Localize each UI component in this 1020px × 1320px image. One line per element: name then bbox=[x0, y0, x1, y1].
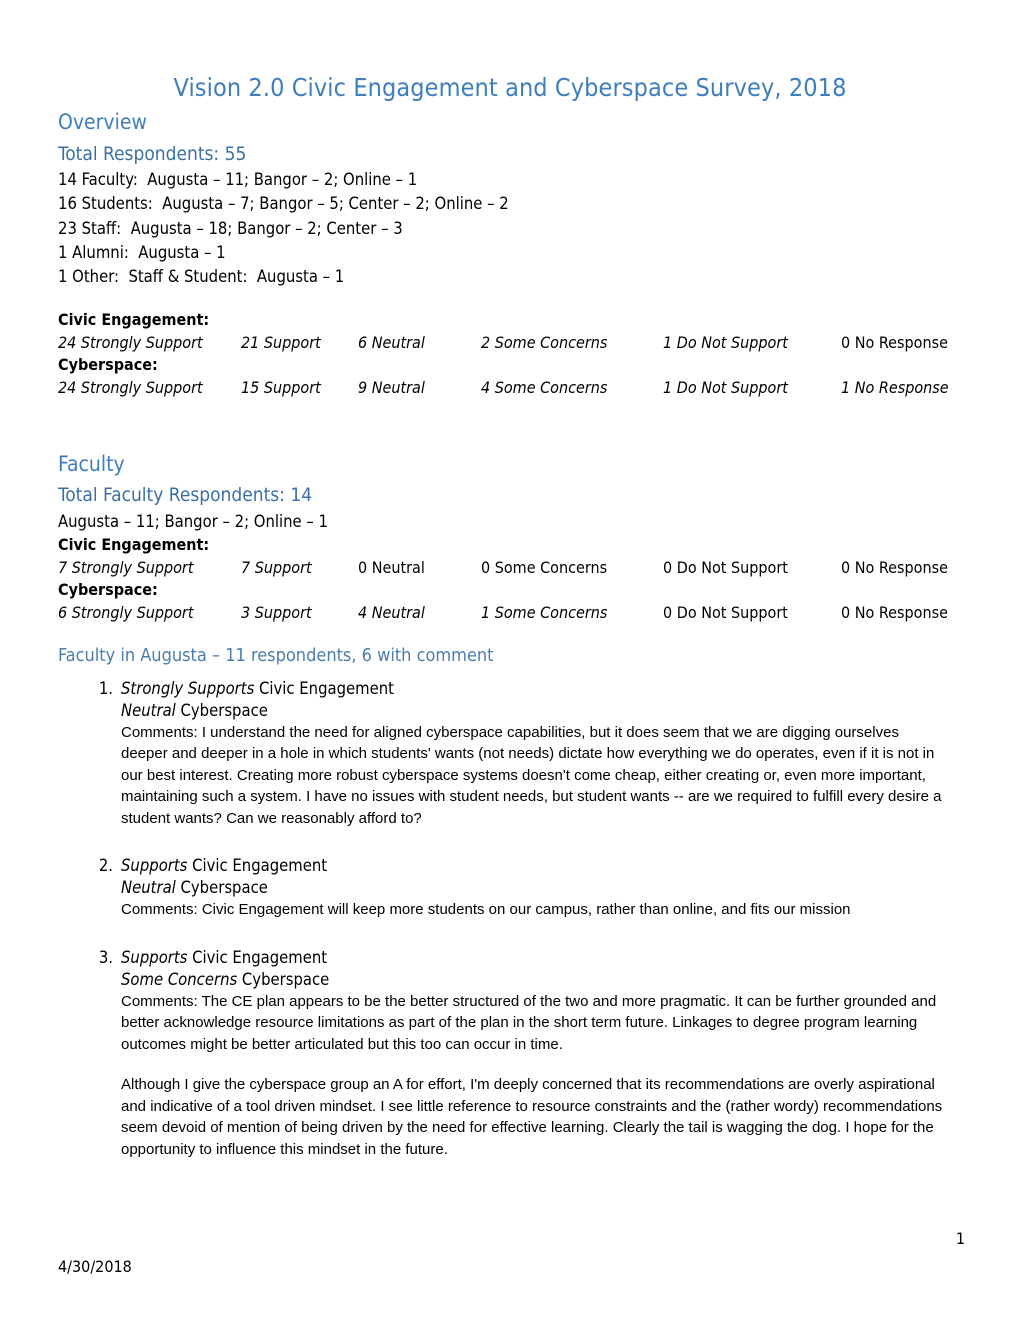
stat-no-response: 1 No Response bbox=[841, 377, 949, 397]
list-item: 1 Alumni: Augusta – 1 bbox=[58, 242, 226, 262]
list-item: 2. Supports Civic Engagement Neutral Cyb… bbox=[58, 855, 962, 921]
cyber-stance-line: Some Concerns Cyberspace bbox=[121, 969, 962, 991]
stat-do-not-support: 1 Do Not Support bbox=[663, 333, 788, 353]
stat-support: 7 Support bbox=[241, 557, 312, 577]
cyber-stance-line: Neutral Cyberspace bbox=[121, 877, 962, 899]
stat-no-response: 0 No Response bbox=[841, 557, 948, 577]
overview-civic-engagement-label: Civic Engagement: bbox=[58, 310, 210, 330]
page-title: Vision 2.0 Civic Engagement and Cyberspa… bbox=[173, 73, 847, 102]
stat-support: 15 Support bbox=[241, 377, 321, 397]
stance-value: Neutral bbox=[121, 700, 176, 720]
stat-do-not-support: 0 Do Not Support bbox=[663, 557, 788, 577]
section-heading-overview: Overview bbox=[58, 110, 147, 135]
overview-cyberspace-label: Cyberspace: bbox=[58, 355, 158, 375]
document-page: Vision 2.0 Civic Engagement and Cyberspa… bbox=[0, 0, 1020, 1320]
overview-breakdown-list: 14 Faculty: Augusta – 11; Bangor – 2; On… bbox=[58, 168, 962, 289]
faculty-civic-engagement-row: 7 Strongly Support 7 Support 0 Neutral 0… bbox=[58, 557, 962, 579]
stat-strongly-support: 24 Strongly Support bbox=[58, 377, 203, 397]
stat-support: 21 Support bbox=[241, 333, 321, 353]
stat-no-response: 0 No Response bbox=[841, 602, 948, 622]
faculty-locations-line: Augusta – 11; Bangor – 2; Online – 1 bbox=[58, 511, 328, 531]
list-item: 3. Supports Civic Engagement Some Concer… bbox=[58, 947, 962, 1161]
list-item: 1 Other: Staff & Student: Augusta – 1 bbox=[58, 267, 345, 287]
stat-neutral: 9 Neutral bbox=[358, 377, 425, 397]
overview-cyberspace-row: 24 Strongly Support 15 Support 9 Neutral… bbox=[58, 377, 962, 399]
total-respondents-line: Total Respondents: 55 bbox=[58, 142, 247, 165]
comment-paragraph: Comments: I understand the need for alig… bbox=[121, 723, 942, 827]
stance-topic: Civic Engagement bbox=[187, 947, 328, 967]
stat-some-concerns: 2 Some Concerns bbox=[481, 333, 608, 353]
stat-do-not-support: 1 Do Not Support bbox=[663, 377, 788, 397]
stat-strongly-support: 7 Strongly Support bbox=[58, 557, 194, 577]
stat-no-response: 0 No Response bbox=[841, 333, 948, 353]
total-faculty-respondents-line: Total Faculty Respondents: 14 bbox=[58, 484, 313, 507]
civic-stance-line: Supports Civic Engagement bbox=[121, 947, 962, 969]
stance-value: Some Concerns bbox=[121, 969, 238, 989]
list-item-number: 1. bbox=[98, 678, 113, 698]
comment-paragraph: Comments: Civic Engagement will keep mor… bbox=[121, 901, 851, 919]
comment-paragraph: Comments: The CE plan appears to be the … bbox=[121, 992, 937, 1053]
stat-support: 3 Support bbox=[241, 602, 312, 622]
stat-neutral: 4 Neutral bbox=[358, 602, 425, 622]
stance-value: Neutral bbox=[121, 878, 176, 898]
stance-topic: Cyberspace bbox=[237, 969, 330, 989]
stance-topic: Civic Engagement bbox=[187, 856, 328, 876]
list-item: 23 Staff: Augusta – 18; Bangor – 2; Cent… bbox=[58, 218, 403, 238]
subsection-heading-faculty-augusta: Faculty in Augusta – 11 respondents, 6 w… bbox=[58, 644, 494, 666]
footer-date: 4/30/2018 bbox=[58, 1257, 132, 1276]
stat-do-not-support: 0 Do Not Support bbox=[663, 602, 788, 622]
stat-neutral: 6 Neutral bbox=[358, 333, 425, 353]
stat-some-concerns: 0 Some Concerns bbox=[481, 557, 608, 577]
stance-topic: Civic Engagement bbox=[254, 678, 394, 698]
faculty-cyberspace-label: Cyberspace: bbox=[58, 579, 158, 599]
stance-topic: Cyberspace bbox=[175, 878, 268, 898]
overview-civic-engagement-row: 24 Strongly Support 21 Support 6 Neutral… bbox=[58, 332, 962, 354]
stance-value: Supports bbox=[121, 947, 188, 967]
list-item-number: 3. bbox=[98, 947, 113, 967]
stat-strongly-support: 24 Strongly Support bbox=[58, 333, 203, 353]
cyber-stance-line: Neutral Cyberspace bbox=[121, 700, 962, 722]
list-item: 14 Faculty: Augusta – 11; Bangor – 2; On… bbox=[58, 170, 418, 190]
page-number: 1 bbox=[955, 1229, 965, 1248]
stat-some-concerns: 4 Some Concerns bbox=[481, 377, 608, 397]
list-item: 16 Students: Augusta – 7; Bangor – 5; Ce… bbox=[58, 194, 509, 214]
comment-paragraph: Although I give the cyberspace group an … bbox=[121, 1076, 943, 1158]
list-item: 1. Strongly Supports Civic Engagement Ne… bbox=[58, 678, 962, 830]
faculty-comment-list: 1. Strongly Supports Civic Engagement Ne… bbox=[58, 678, 962, 1161]
civic-stance-line: Supports Civic Engagement bbox=[121, 855, 962, 877]
civic-stance-line: Strongly Supports Civic Engagement bbox=[121, 678, 962, 700]
stance-value: Supports bbox=[121, 856, 188, 876]
section-heading-faculty: Faculty bbox=[58, 451, 125, 476]
faculty-cyberspace-row: 6 Strongly Support 3 Support 4 Neutral 1… bbox=[58, 602, 962, 624]
stance-topic: Cyberspace bbox=[175, 700, 268, 720]
document-content: Vision 2.0 Civic Engagement and Cyberspa… bbox=[58, 72, 962, 1186]
stance-value: Strongly Supports bbox=[121, 678, 255, 698]
stat-some-concerns: 1 Some Concerns bbox=[481, 602, 608, 622]
faculty-civic-engagement-label: Civic Engagement: bbox=[58, 535, 210, 555]
stat-neutral: 0 Neutral bbox=[358, 557, 425, 577]
list-item-number: 2. bbox=[98, 856, 113, 876]
stat-strongly-support: 6 Strongly Support bbox=[58, 602, 194, 622]
